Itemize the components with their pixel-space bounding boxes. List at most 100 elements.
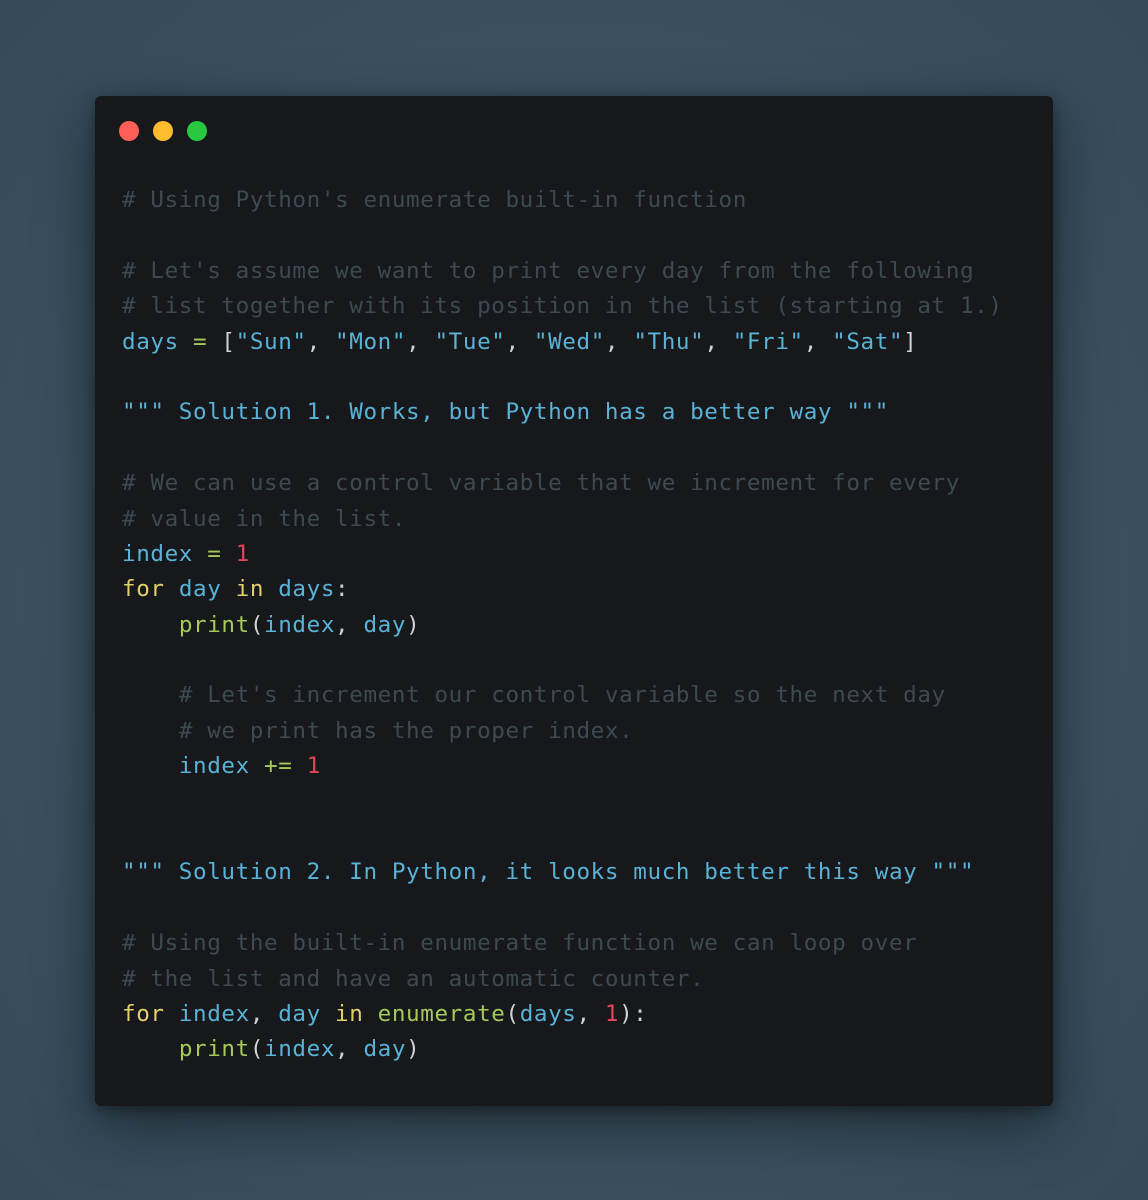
code-punctuation: , xyxy=(803,328,833,355)
code-punctuation: ( xyxy=(249,611,265,638)
code-line: # We can use a control variable that we … xyxy=(122,466,1003,501)
code-punctuation xyxy=(250,753,264,779)
code-comment: # list together with its position in the… xyxy=(122,293,1003,320)
code-identifier: day xyxy=(178,576,222,603)
code-line: # Let's increment our control variable s… xyxy=(122,678,1003,713)
code-punctuation: , xyxy=(576,1000,605,1027)
code-identifier: index xyxy=(178,753,250,780)
code-punctuation: ( xyxy=(505,1000,520,1027)
code-identifier: days xyxy=(278,576,336,603)
window-controls xyxy=(119,121,207,141)
code-punctuation: , xyxy=(306,328,336,355)
code-comment: # We can use a control variable that we … xyxy=(122,470,960,497)
code-line: # Let's assume we want to print every da… xyxy=(122,254,1003,289)
code-punctuation: , xyxy=(335,611,364,638)
code-line: print(index, day) xyxy=(122,608,1003,643)
code-number: 1 xyxy=(235,540,250,567)
code-number: 1 xyxy=(604,1000,620,1027)
code-line: # the list and have an automatic counter… xyxy=(122,962,1003,997)
code-string: "Wed" xyxy=(533,328,605,355)
code-operator: += xyxy=(264,753,293,780)
code-line: index = 1 xyxy=(122,537,1003,572)
code-punctuation xyxy=(122,753,179,779)
code-function: print xyxy=(178,1036,250,1063)
code-keyword: in xyxy=(235,576,265,603)
code-comment: # Let's increment our control variable s… xyxy=(178,682,946,709)
code-docstring: """ Solution 1. Works, but Python has a … xyxy=(122,399,889,426)
code-punctuation: , xyxy=(704,328,733,355)
code-punctuation xyxy=(193,541,207,567)
code-line: # value in the list. xyxy=(122,502,1003,537)
code-punctuation: ) xyxy=(406,1036,421,1063)
code-function: print xyxy=(178,611,250,638)
code-line: # Using Python's enumerate built-in func… xyxy=(122,183,1003,218)
code-punctuation: ] xyxy=(903,328,918,355)
code-punctuation xyxy=(321,1001,335,1027)
code-punctuation: , xyxy=(406,328,435,355)
code-punctuation: , xyxy=(604,328,634,355)
code-punctuation xyxy=(122,1036,179,1062)
code-comment: # we print has the proper index. xyxy=(178,717,634,744)
code-comment: # Using the built-in enumerate function … xyxy=(122,930,918,957)
code-punctuation xyxy=(363,1001,377,1027)
minimize-button-icon[interactable] xyxy=(153,121,173,141)
code-comment: # value in the list. xyxy=(122,505,407,532)
maximize-button-icon[interactable] xyxy=(187,121,207,141)
code-docstring: """ Solution 2. In Python, it looks much… xyxy=(122,859,975,886)
code-identifier: days xyxy=(519,1000,577,1027)
code-block: # Using Python's enumerate built-in func… xyxy=(122,183,1003,1068)
code-line: index += 1 xyxy=(122,749,1003,784)
code-operator: = xyxy=(193,328,208,355)
code-keyword: for xyxy=(122,1000,165,1027)
code-identifier: index xyxy=(122,540,194,567)
code-punctuation xyxy=(221,541,235,567)
code-punctuation: ): xyxy=(619,1000,648,1027)
code-punctuation: ) xyxy=(406,611,421,638)
code-keyword: in xyxy=(335,1000,364,1027)
code-comment: # the list and have an automatic counter… xyxy=(122,965,705,992)
close-button-icon[interactable] xyxy=(119,121,139,141)
code-string: "Mon" xyxy=(335,328,407,355)
code-punctuation: ( xyxy=(249,1036,265,1063)
code-string: "Sun" xyxy=(235,328,307,355)
code-string: "Fri" xyxy=(732,328,804,355)
code-operator: = xyxy=(207,540,222,567)
code-punctuation xyxy=(292,753,306,779)
code-identifier: day xyxy=(278,1000,321,1027)
code-line: # Using the built-in enumerate function … xyxy=(122,926,1003,961)
code-identifier: day xyxy=(363,611,407,638)
code-identifier: days xyxy=(122,328,179,355)
code-punctuation xyxy=(221,576,235,602)
code-comment: # Let's assume we want to print every da… xyxy=(122,257,975,284)
code-comment: # Using Python's enumerate built-in func… xyxy=(122,187,747,213)
code-window: # Using Python's enumerate built-in func… xyxy=(95,96,1053,1106)
code-punctuation: , xyxy=(505,328,534,355)
code-punctuation xyxy=(179,329,193,355)
code-line: for day in days: xyxy=(122,572,1003,607)
code-punctuation xyxy=(122,612,179,638)
code-string: "Sat" xyxy=(832,328,904,355)
code-punctuation xyxy=(165,576,179,602)
code-punctuation: , xyxy=(249,1000,279,1027)
code-punctuation xyxy=(122,718,179,744)
code-identifier: index xyxy=(178,1000,250,1027)
code-line: print(index, day) xyxy=(122,1032,1003,1067)
code-number: 1 xyxy=(306,753,321,780)
code-identifier: index xyxy=(264,1036,336,1063)
code-identifier: day xyxy=(363,1036,407,1063)
code-function: enumerate xyxy=(377,1000,506,1027)
code-line: """ Solution 1. Works, but Python has a … xyxy=(122,395,1003,430)
code-line: # we print has the proper index. xyxy=(122,714,1003,749)
code-punctuation xyxy=(264,576,278,602)
code-punctuation: , xyxy=(335,1036,364,1063)
code-string: "Thu" xyxy=(633,328,705,355)
code-line: for index, day in enumerate(days, 1): xyxy=(122,997,1003,1032)
code-string: "Tue" xyxy=(434,328,506,355)
